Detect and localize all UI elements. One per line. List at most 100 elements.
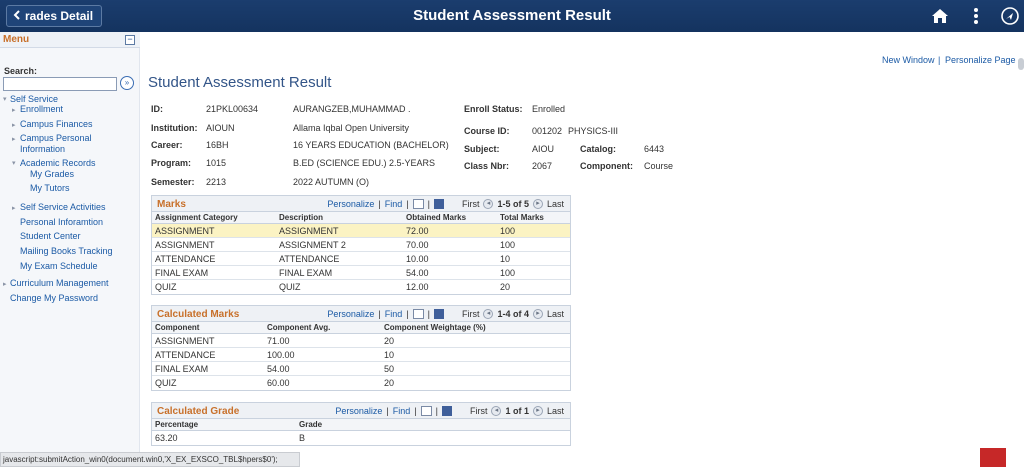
collapse-icon[interactable]: − bbox=[125, 35, 135, 45]
download-icon[interactable] bbox=[441, 406, 452, 416]
enroll-status-label: Enroll Status: bbox=[464, 104, 523, 114]
sidebar-item-curriculum-management[interactable]: Curriculum Management bbox=[10, 278, 109, 289]
column-header[interactable]: Component Weightage (%) bbox=[384, 323, 486, 332]
calculated-marks-grid: Calculated Marks Personalize | Find | | … bbox=[151, 305, 571, 391]
table-row[interactable]: ASSIGNMENT ASSIGNMENT 2 70.00 100 bbox=[152, 238, 570, 252]
next-icon[interactable]: ▸ bbox=[532, 309, 543, 319]
next-icon[interactable]: ▸ bbox=[532, 199, 543, 209]
table-row[interactable]: ASSIGNMENT ASSIGNMENT 72.00 100 bbox=[152, 224, 570, 238]
view-all-icon[interactable] bbox=[412, 199, 424, 209]
personalize-link[interactable]: Personalize bbox=[327, 199, 374, 209]
personalize-link[interactable]: Personalize bbox=[327, 309, 374, 319]
menu-header: Menu − bbox=[0, 32, 140, 48]
home-icon[interactable] bbox=[930, 6, 950, 26]
row-range: 1-5 of 5 bbox=[497, 199, 529, 209]
find-link[interactable]: Find bbox=[393, 406, 411, 416]
new-window-link[interactable]: New Window bbox=[882, 55, 935, 65]
column-header[interactable]: Component bbox=[155, 323, 199, 332]
sidebar-item-self-service-activities[interactable]: Self Service Activities bbox=[20, 202, 106, 213]
next-icon[interactable]: ▸ bbox=[532, 406, 543, 416]
scrollbar-thumb[interactable] bbox=[1018, 58, 1024, 70]
first-label[interactable]: First bbox=[462, 309, 480, 319]
view-all-icon[interactable] bbox=[412, 309, 424, 319]
table-row[interactable]: ASSIGNMENT 71.00 20 bbox=[152, 334, 570, 348]
sidebar-item-my-grades[interactable]: My Grades bbox=[30, 169, 74, 180]
table-row[interactable]: QUIZ 60.00 20 bbox=[152, 376, 570, 390]
semester-code: 2213 bbox=[206, 177, 227, 187]
sidebar-item-change-password[interactable]: Change My Password bbox=[10, 293, 98, 304]
find-link[interactable]: Find bbox=[385, 309, 403, 319]
sidebar-item-mailing-books-tracking[interactable]: Mailing Books Tracking bbox=[20, 246, 113, 257]
table-row[interactable]: 63.20 B bbox=[152, 431, 570, 445]
search-input[interactable] bbox=[3, 77, 117, 91]
cell: FINAL EXAM bbox=[155, 268, 209, 278]
column-header[interactable]: Assignment Category bbox=[155, 213, 238, 222]
sidebar-item-student-center[interactable]: Student Center bbox=[20, 231, 81, 242]
toolbar-separator: | bbox=[427, 199, 430, 209]
first-label[interactable]: First bbox=[462, 199, 480, 209]
page-title: Student Assessment Result bbox=[148, 74, 332, 91]
cell: 100.00 bbox=[267, 350, 295, 360]
component-value: Course bbox=[644, 161, 674, 171]
first-label[interactable]: First bbox=[470, 406, 488, 416]
grid-header: Calculated Marks Personalize | Find | | … bbox=[152, 306, 570, 322]
collapsed-caret-icon: ▸ bbox=[12, 107, 16, 114]
cell: 72.00 bbox=[406, 226, 429, 236]
grid-header: Calculated Grade Personalize | Find | | … bbox=[152, 403, 570, 419]
sidebar-item-my-tutors[interactable]: My Tutors bbox=[30, 183, 70, 194]
sidebar-item-enrollment[interactable]: Enrollment bbox=[20, 104, 63, 115]
previous-icon[interactable]: ◂ bbox=[483, 199, 494, 209]
sidebar-item-personal-information[interactable]: Personal Inforamtion bbox=[20, 217, 103, 228]
enroll-status-value: Enrolled bbox=[532, 104, 566, 114]
career-label: Career: bbox=[151, 140, 183, 150]
previous-icon[interactable]: ◂ bbox=[483, 309, 494, 319]
sidebar-item-campus-personal[interactable]: Campus Personal bbox=[20, 133, 92, 144]
column-header[interactable]: Obtained Marks bbox=[406, 213, 466, 222]
search-go-icon[interactable]: » bbox=[120, 76, 134, 90]
table-row[interactable]: FINAL EXAM FINAL EXAM 54.00 100 bbox=[152, 266, 570, 280]
column-header[interactable]: Percentage bbox=[155, 420, 198, 429]
sidebar-menu: Menu − Search: » ▾ Self Service ▸ Enroll… bbox=[0, 32, 140, 452]
career-name: 16 YEARS EDUCATION (BACHELOR) bbox=[293, 140, 449, 150]
career-code: 16BH bbox=[206, 140, 229, 150]
table-row[interactable]: ATTENDANCE 100.00 10 bbox=[152, 348, 570, 362]
catalog-label: Catalog: bbox=[580, 144, 616, 154]
table-row[interactable]: ATTENDANCE ATTENDANCE 10.00 10 bbox=[152, 252, 570, 266]
cell: 70.00 bbox=[406, 240, 429, 250]
column-header[interactable]: Total Marks bbox=[500, 213, 544, 222]
view-all-icon[interactable] bbox=[420, 406, 432, 416]
find-link[interactable]: Find bbox=[385, 199, 403, 209]
table-row[interactable]: QUIZ QUIZ 12.00 20 bbox=[152, 280, 570, 294]
expanded-caret-icon: ▾ bbox=[3, 96, 7, 103]
institution-label: Institution: bbox=[151, 123, 198, 133]
column-header[interactable]: Description bbox=[279, 213, 323, 222]
download-icon[interactable] bbox=[433, 309, 444, 319]
cell: 50 bbox=[384, 364, 395, 374]
toolbar-separator: | bbox=[378, 199, 381, 209]
column-header[interactable]: Component Avg. bbox=[267, 323, 330, 332]
previous-icon[interactable]: ◂ bbox=[491, 406, 502, 416]
sidebar-item-campus-finances[interactable]: Campus Finances bbox=[20, 119, 93, 130]
cell: ASSIGNMENT 2 bbox=[279, 240, 346, 250]
program-code: 1015 bbox=[206, 158, 227, 168]
personalize-link[interactable]: Personalize bbox=[335, 406, 382, 416]
sidebar-item-academic-records[interactable]: Academic Records bbox=[20, 158, 96, 169]
last-label[interactable]: Last bbox=[547, 406, 564, 416]
toolbar-separator: | bbox=[386, 406, 389, 416]
calculated-grade-title: Calculated Grade bbox=[157, 406, 240, 417]
personalize-page-link[interactable]: Personalize Page bbox=[945, 55, 1016, 65]
search-label: Search: bbox=[4, 66, 38, 76]
sidebar-item-my-exam-schedule[interactable]: My Exam Schedule bbox=[20, 261, 98, 272]
navigation-icon[interactable] bbox=[1000, 6, 1020, 26]
last-label[interactable]: Last bbox=[547, 199, 564, 209]
cell: QUIZ bbox=[279, 282, 301, 292]
column-header[interactable]: Grade bbox=[299, 420, 322, 429]
cell: ATTENDANCE bbox=[155, 350, 216, 360]
cell: FINAL EXAM bbox=[279, 268, 333, 278]
sidebar-item-campus-personal-information[interactable]: Information bbox=[20, 144, 65, 155]
cell: 60.00 bbox=[267, 378, 290, 388]
download-icon[interactable] bbox=[433, 199, 444, 209]
table-row[interactable]: FINAL EXAM 54.00 50 bbox=[152, 362, 570, 376]
more-vertical-icon[interactable] bbox=[966, 6, 986, 26]
last-label[interactable]: Last bbox=[547, 309, 564, 319]
